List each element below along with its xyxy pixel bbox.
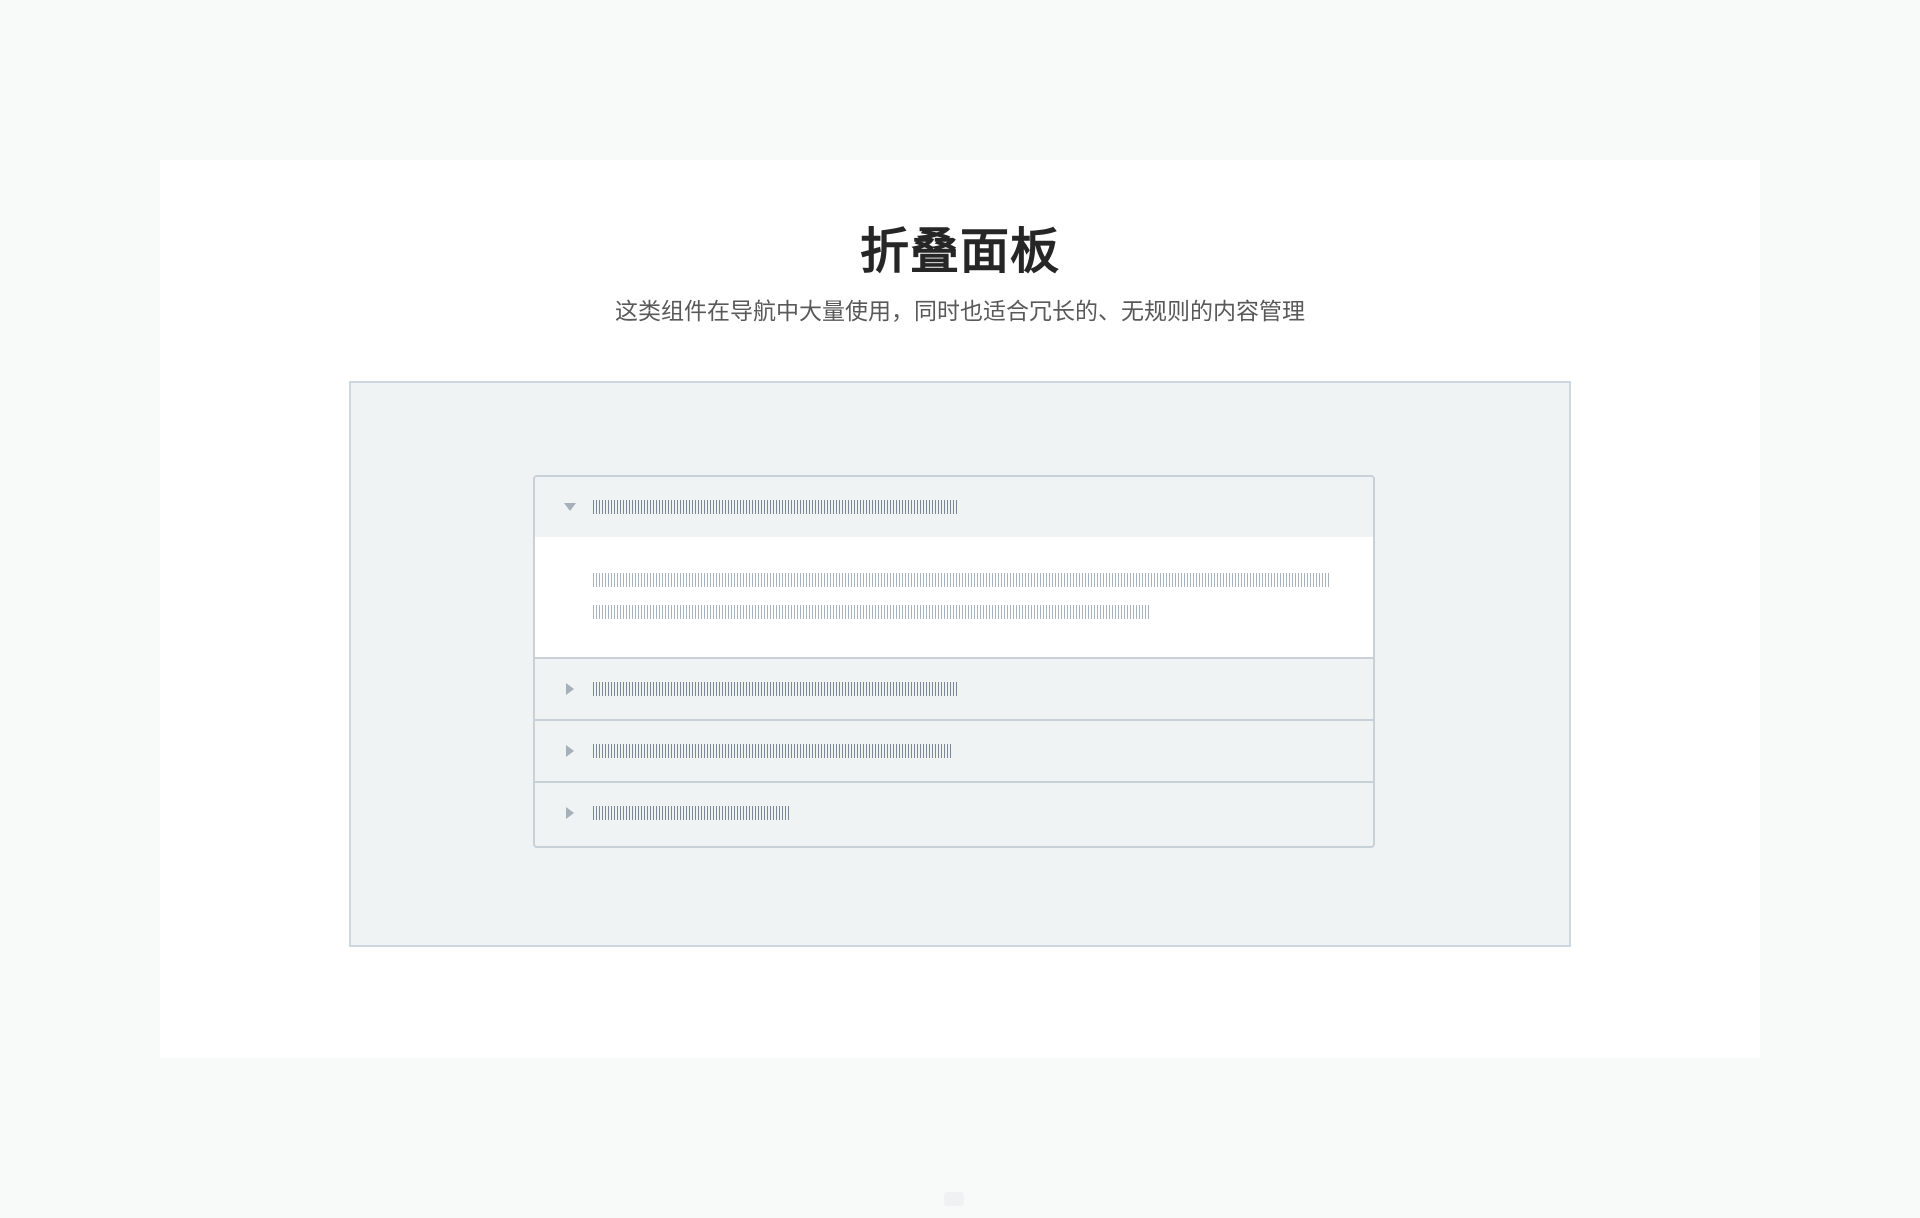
collapse-panel-4 — [535, 783, 1373, 844]
collapse-panel-header[interactable] — [535, 659, 1373, 719]
content-text-placeholder — [593, 573, 1331, 587]
collapse-panel-header[interactable] — [535, 477, 1373, 537]
collapse-panel-3 — [535, 721, 1373, 783]
caret-right-icon — [566, 683, 574, 695]
panel-title-placeholder — [593, 500, 959, 514]
panel-title-placeholder — [593, 806, 791, 820]
collapse-panel-2 — [535, 659, 1373, 721]
caret-right-icon — [566, 745, 574, 757]
caret-down-icon — [564, 503, 576, 511]
panel-title-placeholder — [593, 744, 952, 758]
footer-mark — [944, 1192, 964, 1206]
page-subtitle: 这类组件在导航中大量使用，同时也适合冗长的、无规则的内容管理 — [615, 299, 1305, 325]
caret-right-icon — [566, 807, 574, 819]
page-title: 折叠面板 — [859, 223, 1060, 280]
panel-title-placeholder — [593, 682, 959, 696]
collapse-panel-group — [533, 475, 1375, 848]
collapse-panel-header[interactable] — [535, 721, 1373, 781]
content-text-placeholder — [593, 605, 1151, 619]
collapse-panel-header[interactable] — [535, 783, 1373, 844]
content-card: 折叠面板 这类组件在导航中大量使用，同时也适合冗长的、无规则的内容管理 — [160, 160, 1760, 1058]
collapse-panel-1 — [535, 477, 1373, 659]
collapse-panel-content — [535, 537, 1373, 657]
collapse-demo-frame — [349, 381, 1571, 947]
